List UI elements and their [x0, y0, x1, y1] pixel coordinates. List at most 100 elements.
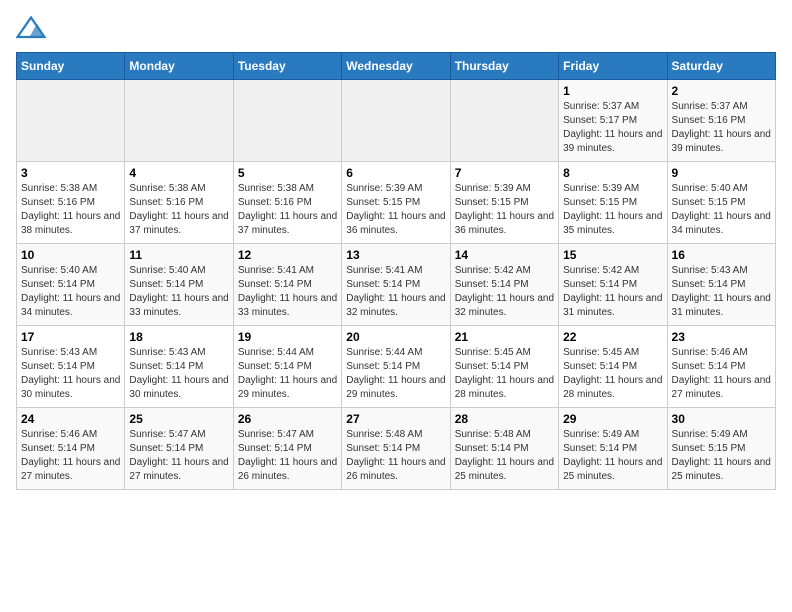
day-info: Sunrise: 5:47 AM Sunset: 5:14 PM Dayligh… [238, 428, 337, 484]
calendar-cell: 23Sunrise: 5:46 AM Sunset: 5:14 PM Dayli… [667, 326, 775, 408]
calendar-cell: 30 Sunrise: 5:49 AM Sunset: 5:15 PM Dayli… [667, 408, 775, 490]
calendar-cell: 29 Sunrise: 5:49 AM Sunset: 5:14 PM Dayli… [559, 408, 667, 490]
day-info: Sunrise: 5:45 AM Sunset: 5:14 PM Dayligh… [563, 346, 662, 402]
day-info: Sunrise: 5:46 AM Sunset: 5:14 PM Dayligh… [21, 428, 120, 484]
day-number: 30 [672, 412, 771, 426]
day-number: 28 [455, 412, 554, 426]
calendar-cell: 28 Sunrise: 5:48 AM Sunset: 5:14 PM Dayli… [450, 408, 558, 490]
day-number: 17 [21, 330, 120, 344]
calendar-cell: 16 Sunrise: 5:43 AM Sunset: 5:14 PM Dayli… [667, 244, 775, 326]
calendar-cell: 10 Sunrise: 5:40 AM Sunset: 5:14 PM Dayli… [17, 244, 125, 326]
calendar-table: SundayMondayTuesdayWednesdayThursdayFrid… [16, 52, 776, 490]
day-info: Sunrise: 5:44 AM Sunset: 5:14 PM Dayligh… [346, 346, 445, 402]
day-number: 13 [346, 248, 445, 262]
calendar-cell: 27 Sunrise: 5:48 AM Sunset: 5:14 PM Dayli… [342, 408, 450, 490]
day-number: 16 [672, 248, 771, 262]
calendar-cell: 24 Sunrise: 5:46 AM Sunset: 5:14 PM Dayli… [17, 408, 125, 490]
day-number: 2 [672, 84, 771, 98]
day-info: Sunrise: 5:40 AM Sunset: 5:14 PM Dayligh… [21, 264, 120, 320]
day-number: 11 [129, 248, 228, 262]
day-info: Sunrise: 5:42 AM Sunset: 5:14 PM Dayligh… [563, 264, 662, 320]
page-header [16, 16, 776, 40]
week-row-2: 3 Sunrise: 5:38 AM Sunset: 5:16 PM Daylig… [17, 162, 776, 244]
col-header-wednesday: Wednesday [342, 53, 450, 80]
day-info: Sunrise: 5:49 AM Sunset: 5:15 PM Dayligh… [672, 428, 771, 484]
col-header-monday: Monday [125, 53, 233, 80]
day-info: Sunrise: 5:46 AM Sunset: 5:14 PM Dayligh… [672, 346, 771, 402]
day-info: Sunrise: 5:43 AM Sunset: 5:14 PM Dayligh… [21, 346, 120, 402]
col-header-friday: Friday [559, 53, 667, 80]
calendar-cell: 14Sunrise: 5:42 AM Sunset: 5:14 PM Dayli… [450, 244, 558, 326]
day-number: 21 [455, 330, 554, 344]
col-header-tuesday: Tuesday [233, 53, 341, 80]
calendar-cell: 18Sunrise: 5:43 AM Sunset: 5:14 PM Dayli… [125, 326, 233, 408]
day-info: Sunrise: 5:39 AM Sunset: 5:15 PM Dayligh… [346, 182, 445, 238]
logo-icon [16, 16, 46, 40]
calendar-cell: 17 Sunrise: 5:43 AM Sunset: 5:14 PM Dayli… [17, 326, 125, 408]
day-number: 9 [672, 166, 771, 180]
day-info: Sunrise: 5:41 AM Sunset: 5:14 PM Dayligh… [346, 264, 445, 320]
calendar-cell: 6 Sunrise: 5:39 AM Sunset: 5:15 PM Daylig… [342, 162, 450, 244]
col-header-sunday: Sunday [17, 53, 125, 80]
day-number: 7 [455, 166, 554, 180]
day-number: 20 [346, 330, 445, 344]
calendar-cell: 19 Sunrise: 5:44 AM Sunset: 5:14 PM Dayli… [233, 326, 341, 408]
day-info: Sunrise: 5:48 AM Sunset: 5:14 PM Dayligh… [346, 428, 445, 484]
day-number: 4 [129, 166, 228, 180]
day-number: 25 [129, 412, 228, 426]
day-number: 14 [455, 248, 554, 262]
day-number: 19 [238, 330, 337, 344]
calendar-cell: 3 Sunrise: 5:38 AM Sunset: 5:16 PM Daylig… [17, 162, 125, 244]
calendar-cell: 11 Sunrise: 5:40 AM Sunset: 5:14 PM Dayli… [125, 244, 233, 326]
day-info: Sunrise: 5:38 AM Sunset: 5:16 PM Dayligh… [238, 182, 337, 238]
day-number: 24 [21, 412, 120, 426]
day-number: 3 [21, 166, 120, 180]
day-number: 6 [346, 166, 445, 180]
day-number: 12 [238, 248, 337, 262]
calendar-cell [450, 80, 558, 162]
calendar-cell: 26 Sunrise: 5:47 AM Sunset: 5:14 PM Dayli… [233, 408, 341, 490]
day-info: Sunrise: 5:45 AM Sunset: 5:14 PM Dayligh… [455, 346, 554, 402]
day-info: Sunrise: 5:44 AM Sunset: 5:14 PM Dayligh… [238, 346, 337, 402]
day-number: 5 [238, 166, 337, 180]
calendar-cell: 5 Sunrise: 5:38 AM Sunset: 5:16 PM Daylig… [233, 162, 341, 244]
calendar-cell: 4 Sunrise: 5:38 AM Sunset: 5:16 PM Daylig… [125, 162, 233, 244]
col-header-saturday: Saturday [667, 53, 775, 80]
calendar-cell: 20 Sunrise: 5:44 AM Sunset: 5:14 PM Dayli… [342, 326, 450, 408]
day-info: Sunrise: 5:49 AM Sunset: 5:14 PM Dayligh… [563, 428, 662, 484]
calendar-cell: 13 Sunrise: 5:41 AM Sunset: 5:14 PM Dayli… [342, 244, 450, 326]
calendar-cell [17, 80, 125, 162]
day-number: 29 [563, 412, 662, 426]
week-row-3: 10 Sunrise: 5:40 AM Sunset: 5:14 PM Dayli… [17, 244, 776, 326]
day-info: Sunrise: 5:41 AM Sunset: 5:14 PM Dayligh… [238, 264, 337, 320]
calendar-cell: 2 Sunrise: 5:37 AM Sunset: 5:16 PM Daylig… [667, 80, 775, 162]
header-row: SundayMondayTuesdayWednesdayThursdayFrid… [17, 53, 776, 80]
day-number: 8 [563, 166, 662, 180]
week-row-1: 1Sunrise: 5:37 AM Sunset: 5:17 PM Daylig… [17, 80, 776, 162]
day-number: 10 [21, 248, 120, 262]
calendar-cell: 12 Sunrise: 5:41 AM Sunset: 5:14 PM Dayli… [233, 244, 341, 326]
calendar-cell: 9 Sunrise: 5:40 AM Sunset: 5:15 PM Daylig… [667, 162, 775, 244]
day-info: Sunrise: 5:43 AM Sunset: 5:14 PM Dayligh… [672, 264, 771, 320]
day-info: Sunrise: 5:39 AM Sunset: 5:15 PM Dayligh… [455, 182, 554, 238]
day-info: Sunrise: 5:39 AM Sunset: 5:15 PM Dayligh… [563, 182, 662, 238]
day-info: Sunrise: 5:40 AM Sunset: 5:15 PM Dayligh… [672, 182, 771, 238]
calendar-cell: 25Sunrise: 5:47 AM Sunset: 5:14 PM Dayli… [125, 408, 233, 490]
week-row-5: 24 Sunrise: 5:46 AM Sunset: 5:14 PM Dayli… [17, 408, 776, 490]
week-row-4: 17 Sunrise: 5:43 AM Sunset: 5:14 PM Dayli… [17, 326, 776, 408]
day-number: 26 [238, 412, 337, 426]
day-info: Sunrise: 5:48 AM Sunset: 5:14 PM Dayligh… [455, 428, 554, 484]
day-info: Sunrise: 5:40 AM Sunset: 5:14 PM Dayligh… [129, 264, 228, 320]
calendar-cell: 7 Sunrise: 5:39 AM Sunset: 5:15 PM Daylig… [450, 162, 558, 244]
day-number: 15 [563, 248, 662, 262]
day-info: Sunrise: 5:37 AM Sunset: 5:16 PM Dayligh… [672, 100, 771, 156]
day-info: Sunrise: 5:43 AM Sunset: 5:14 PM Dayligh… [129, 346, 228, 402]
day-number: 22 [563, 330, 662, 344]
logo [16, 16, 50, 40]
calendar-cell: 15 Sunrise: 5:42 AM Sunset: 5:14 PM Dayli… [559, 244, 667, 326]
calendar-cell: 22 Sunrise: 5:45 AM Sunset: 5:14 PM Dayli… [559, 326, 667, 408]
day-number: 27 [346, 412, 445, 426]
day-info: Sunrise: 5:38 AM Sunset: 5:16 PM Dayligh… [129, 182, 228, 238]
day-info: Sunrise: 5:38 AM Sunset: 5:16 PM Dayligh… [21, 182, 120, 238]
calendar-cell: 1Sunrise: 5:37 AM Sunset: 5:17 PM Daylig… [559, 80, 667, 162]
